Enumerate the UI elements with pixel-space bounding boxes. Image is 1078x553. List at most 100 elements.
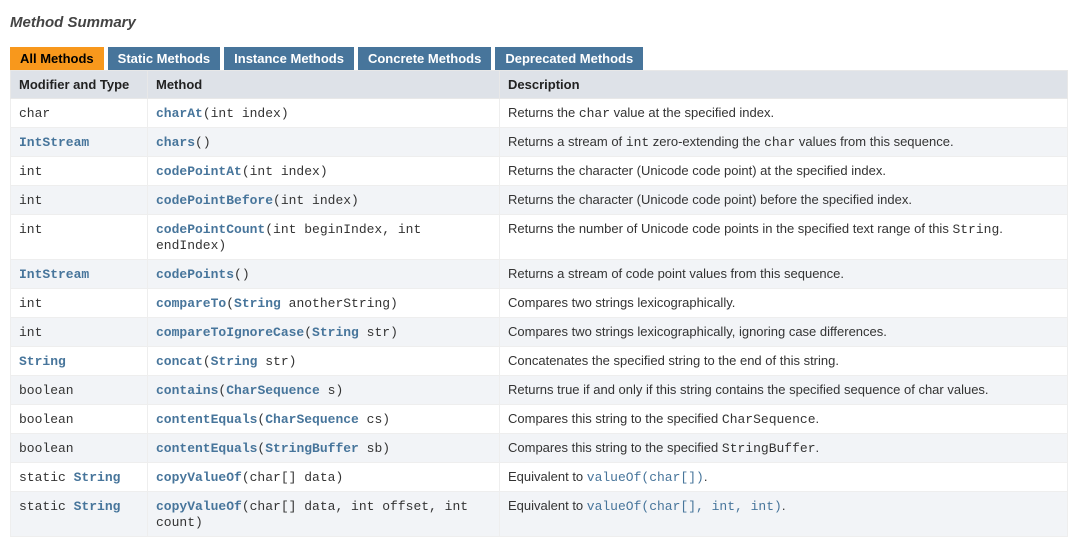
method-signature: () — [195, 135, 211, 150]
method-signature: (int index) — [242, 164, 328, 179]
table-row: intcodePointBefore(int index)Returns the… — [11, 186, 1068, 215]
description-cell: Concatenates the specified string to the… — [500, 347, 1068, 376]
description-cell: Compares two strings lexicographically, … — [500, 318, 1068, 347]
modifier-cell: boolean — [11, 405, 148, 434]
description-cell: Returns the character (Unicode code poin… — [500, 157, 1068, 186]
modifier-cell: static String — [11, 463, 148, 492]
method-cell: compareTo(String anotherString) — [148, 289, 500, 318]
header-description: Description — [500, 71, 1068, 99]
keyword: boolean — [19, 383, 74, 398]
table-row: IntStream chars() Returns a stream of int … — [11, 128, 1068, 157]
method-link[interactable]: codePointAt — [156, 164, 242, 179]
keyword: int — [19, 193, 42, 208]
tab-concrete-methods[interactable]: Concrete Methods — [358, 47, 491, 70]
tab-static-methods[interactable]: Static Methods — [108, 47, 220, 70]
table-row: static StringcopyValueOf(char[] data, in… — [11, 492, 1068, 537]
type-link[interactable]: String — [234, 296, 281, 311]
keyword: int — [19, 222, 42, 237]
method-cell: codePointAt(int index) — [148, 157, 500, 186]
description-cell: Returns a stream of code point values fr… — [500, 260, 1068, 289]
method-cell: copyValueOf(char[] data, int offset, int… — [148, 492, 500, 537]
modifier-cell: IntStream — [11, 260, 148, 289]
method-link[interactable]: chars — [156, 135, 195, 150]
method-cell: codePointBefore(int index) — [148, 186, 500, 215]
modifier-cell: int — [11, 157, 148, 186]
section-title: Method Summary — [10, 14, 1068, 31]
method-link[interactable]: contentEquals — [156, 441, 257, 456]
modifier-cell: String — [11, 347, 148, 376]
type-link[interactable]: String — [211, 354, 258, 369]
description-cell: Returns the character (Unicode code poin… — [500, 186, 1068, 215]
method-cell: compareToIgnoreCase(String str) — [148, 318, 500, 347]
description-cell: Equivalent to valueOf(char[], int, int). — [500, 492, 1068, 537]
header-method: Method — [148, 71, 500, 99]
modifier-cell: boolean — [11, 376, 148, 405]
description-cell: Compares this string to the specified Ch… — [500, 405, 1068, 434]
type-link[interactable]: IntStream — [19, 135, 89, 150]
method-link[interactable]: contains — [156, 383, 218, 398]
method-cell: contains(CharSequence s) — [148, 376, 500, 405]
keyword: int — [19, 296, 42, 311]
modifier-cell: IntStream — [11, 128, 148, 157]
table-row: IntStreamcodePoints()Returns a stream of… — [11, 260, 1068, 289]
description-cell: Compares two strings lexicographically. — [500, 289, 1068, 318]
header-modifier: Modifier and Type — [11, 71, 148, 99]
keyword: int — [19, 325, 42, 340]
table-row: Stringconcat(String str)Concatenates the… — [11, 347, 1068, 376]
description-cell: Returns true if and only if this string … — [500, 376, 1068, 405]
description-cell: Equivalent to valueOf(char[]). — [500, 463, 1068, 492]
description-cell: Returns the char value at the specified … — [500, 99, 1068, 128]
tab-deprecated-methods[interactable]: Deprecated Methods — [495, 47, 643, 70]
method-signature: (int index) — [273, 193, 359, 208]
table-row: booleancontentEquals(StringBuffer sb)Com… — [11, 434, 1068, 463]
modifier-cell: int — [11, 215, 148, 260]
method-signature: (int index) — [203, 106, 289, 121]
modifier-cell: int — [11, 186, 148, 215]
modifier-cell: int — [11, 318, 148, 347]
type-link[interactable]: CharSequence — [265, 412, 359, 427]
method-cell: codePoints() — [148, 260, 500, 289]
method-link[interactable]: codePointBefore — [156, 193, 273, 208]
modifier-cell: boolean — [11, 434, 148, 463]
type-link[interactable]: String — [74, 470, 121, 485]
table-row: boolean contains(CharSequence s)Returns t… — [11, 376, 1068, 405]
modifier-cell: char — [11, 99, 148, 128]
type-link[interactable]: String — [74, 499, 121, 514]
method-link[interactable]: copyValueOf — [156, 470, 242, 485]
table-row: intcodePointAt(int index)Returns the cha… — [11, 157, 1068, 186]
method-link[interactable]: compareToIgnoreCase — [156, 325, 304, 340]
method-link[interactable]: concat — [156, 354, 203, 369]
method-cell: copyValueOf(char[] data) — [148, 463, 500, 492]
tab-all-methods[interactable]: All Methods — [10, 47, 104, 70]
reference-link[interactable]: valueOf(char[], int, int) — [587, 499, 782, 514]
method-signature: (char[] data) — [242, 470, 343, 485]
type-link[interactable]: StringBuffer — [265, 441, 359, 456]
method-link[interactable]: codePoints — [156, 267, 234, 282]
modifier-cell: int — [11, 289, 148, 318]
keyword: static — [19, 470, 74, 485]
method-link[interactable]: contentEquals — [156, 412, 257, 427]
keyword: boolean — [19, 412, 74, 427]
method-link[interactable]: copyValueOf — [156, 499, 242, 514]
method-cell: contentEquals(CharSequence cs) — [148, 405, 500, 434]
table-row: int compareTo(String anotherString)Compar… — [11, 289, 1068, 318]
method-signature: () — [234, 267, 250, 282]
method-cell: charAt(int index) — [148, 99, 500, 128]
description-cell: Returns a stream of int zero-extending t… — [500, 128, 1068, 157]
type-link[interactable]: IntStream — [19, 267, 89, 282]
reference-link[interactable]: valueOf(char[]) — [587, 470, 704, 485]
table-row: static StringcopyValueOf(char[] data)Equ… — [11, 463, 1068, 492]
method-summary-table: Modifier and Type Method Description cha… — [10, 70, 1068, 537]
method-link[interactable]: codePointCount — [156, 222, 265, 237]
method-link[interactable]: charAt — [156, 106, 203, 121]
method-cell: concat(String str) — [148, 347, 500, 376]
type-link[interactable]: String — [312, 325, 359, 340]
type-link[interactable]: CharSequence — [226, 383, 320, 398]
type-link[interactable]: String — [19, 354, 66, 369]
modifier-cell: static String — [11, 492, 148, 537]
method-tabs: All MethodsStatic MethodsInstance Method… — [10, 47, 1068, 70]
method-link[interactable]: compareTo — [156, 296, 226, 311]
tab-instance-methods[interactable]: Instance Methods — [224, 47, 354, 70]
description-cell: Compares this string to the specified St… — [500, 434, 1068, 463]
method-cell: contentEquals(StringBuffer sb) — [148, 434, 500, 463]
